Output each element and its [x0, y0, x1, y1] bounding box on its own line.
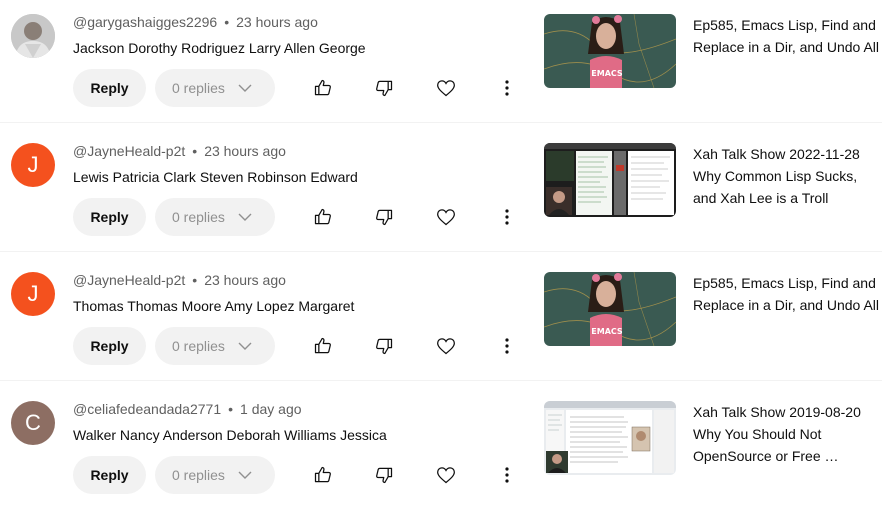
thumbs-up-icon[interactable] — [313, 465, 333, 485]
separator-dot: • — [192, 143, 198, 159]
comment-row: C @celiafedeandada2771 • 1 day ago Walker … — [0, 387, 882, 516]
thumbs-down-icon[interactable] — [374, 78, 394, 98]
comment-text: Walker Nancy Anderson Deborah Williams J… — [73, 427, 387, 443]
comment-meta: @JayneHeald-p2t • 23 hours ago — [73, 272, 286, 288]
video-title[interactable]: Xah Talk Show 2019-08-20 Why You Should … — [693, 401, 882, 467]
username[interactable]: @garygashaigges2296 — [73, 14, 217, 30]
replies-dropdown[interactable]: 0 replies — [155, 198, 275, 236]
username[interactable]: @JayneHeald-p2t — [73, 143, 185, 159]
heart-icon[interactable] — [436, 465, 456, 485]
reply-button[interactable]: Reply — [73, 198, 146, 236]
thumbs-up-icon[interactable] — [313, 336, 333, 356]
comment-text: Thomas Thomas Moore Amy Lopez Margaret — [73, 298, 355, 314]
timestamp[interactable]: 23 hours ago — [204, 143, 286, 159]
chevron-down-icon — [237, 470, 253, 480]
thumbs-up-icon[interactable] — [313, 207, 333, 227]
divider — [0, 251, 882, 252]
divider — [0, 122, 882, 123]
chevron-down-icon — [237, 341, 253, 351]
more-vert-icon[interactable] — [497, 207, 517, 227]
reply-button[interactable]: Reply — [73, 456, 146, 494]
separator-dot: • — [228, 401, 234, 417]
username[interactable]: @JayneHeald-p2t — [73, 272, 185, 288]
separator-dot: • — [192, 272, 198, 288]
thumbs-down-icon[interactable] — [374, 207, 394, 227]
timestamp[interactable]: 23 hours ago — [204, 272, 286, 288]
avatar[interactable] — [11, 14, 55, 58]
heart-icon[interactable] — [436, 336, 456, 356]
chevron-down-icon — [237, 212, 253, 222]
video-thumbnail[interactable]: EMACS — [544, 272, 676, 346]
comment-row: @garygashaigges2296 • 23 hours ago Jackson… — [0, 0, 882, 129]
username[interactable]: @celiafedeandada2771 — [73, 401, 221, 417]
divider — [0, 380, 882, 381]
thumbs-down-icon[interactable] — [374, 465, 394, 485]
avatar[interactable]: J — [11, 272, 55, 316]
comment-meta: @JayneHeald-p2t • 23 hours ago — [73, 143, 286, 159]
heart-icon[interactable] — [436, 78, 456, 98]
video-title[interactable]: Ep585, Emacs Lisp, Find and Replace in a… — [693, 14, 882, 58]
video-title[interactable]: Xah Talk Show 2022-11-28 Why Common Lisp… — [693, 143, 882, 209]
replies-count: 0 replies — [172, 209, 225, 225]
thumb-label: EMACS — [591, 327, 623, 336]
video-thumbnail[interactable]: EMACS — [544, 14, 676, 88]
avatar[interactable]: C — [11, 401, 55, 445]
thumbs-down-icon[interactable] — [374, 336, 394, 356]
video-thumbnail[interactable] — [544, 401, 676, 475]
comment-meta: @garygashaigges2296 • 23 hours ago — [73, 14, 318, 30]
reply-button[interactable]: Reply — [73, 69, 146, 107]
replies-dropdown[interactable]: 0 replies — [155, 327, 275, 365]
replies-count: 0 replies — [172, 338, 225, 354]
more-vert-icon[interactable] — [497, 78, 517, 98]
thumbs-up-icon[interactable] — [313, 78, 333, 98]
thumb-label: EMACS — [591, 69, 623, 78]
comment-meta: @celiafedeandada2771 • 1 day ago — [73, 401, 302, 417]
timestamp[interactable]: 1 day ago — [240, 401, 302, 417]
more-vert-icon[interactable] — [497, 465, 517, 485]
replies-dropdown[interactable]: 0 replies — [155, 69, 275, 107]
separator-dot: • — [224, 14, 230, 30]
comment-text: Jackson Dorothy Rodriguez Larry Allen Ge… — [73, 40, 366, 56]
chevron-down-icon — [237, 83, 253, 93]
reply-button[interactable]: Reply — [73, 327, 146, 365]
replies-dropdown[interactable]: 0 replies — [155, 456, 275, 494]
video-thumbnail[interactable] — [544, 143, 676, 217]
timestamp[interactable]: 23 hours ago — [236, 14, 318, 30]
comment-row: J @JayneHeald-p2t • 23 hours ago Thomas Th… — [0, 258, 882, 387]
more-vert-icon[interactable] — [497, 336, 517, 356]
comment-row: J @JayneHeald-p2t • 23 hours ago Lewis Pat… — [0, 129, 882, 258]
replies-count: 0 replies — [172, 80, 225, 96]
replies-count: 0 replies — [172, 467, 225, 483]
video-title[interactable]: Ep585, Emacs Lisp, Find and Replace in a… — [693, 272, 882, 316]
comment-text: Lewis Patricia Clark Steven Robinson Edw… — [73, 169, 358, 185]
avatar[interactable]: J — [11, 143, 55, 187]
heart-icon[interactable] — [436, 207, 456, 227]
